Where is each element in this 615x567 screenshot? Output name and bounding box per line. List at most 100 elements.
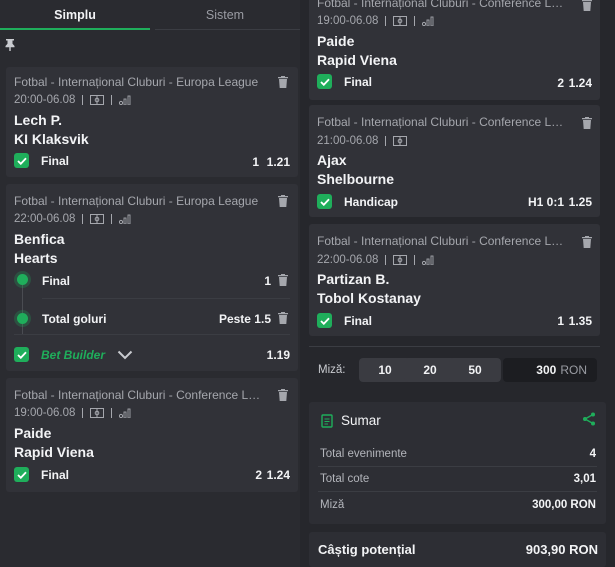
tab-sistem[interactable]: Sistem xyxy=(150,0,300,30)
stake-currency: RON xyxy=(560,363,587,377)
home-team: Paide xyxy=(317,33,355,49)
selection-value: 1 xyxy=(557,314,564,328)
builder-leg-2: Total goluri xyxy=(42,312,106,326)
stats-icon[interactable] xyxy=(422,255,435,265)
delete-icon[interactable] xyxy=(277,388,289,402)
home-team: Paide xyxy=(14,425,52,441)
odds-value: 1.24 xyxy=(568,76,592,90)
away-team: KI Klaksvik xyxy=(14,131,89,147)
summary-row-stake: Miză 300,00 RON xyxy=(320,499,596,511)
bet-card-lech: Fotbal - Internațional Cluburi - Europa … xyxy=(6,67,298,177)
event-time: 21:00-06.08 xyxy=(317,135,379,147)
bet-card-partizan: Fotbal - Internațional Cluburi - Confere… xyxy=(309,224,600,336)
delete-icon[interactable] xyxy=(581,0,593,12)
selection-value: 1 xyxy=(252,155,259,169)
event-time: 19:00-06.08 xyxy=(317,15,379,27)
leg-divider xyxy=(42,298,290,299)
selection-row: Final xyxy=(317,313,372,328)
league-label: Fotbal - Internațional Cluburi - Europa … xyxy=(14,194,259,208)
tab-simplu[interactable]: Simplu xyxy=(0,0,150,30)
bet-builder-label: Bet Builder xyxy=(41,347,106,362)
selection-row: Final xyxy=(14,153,69,168)
stake-chip-50[interactable]: 50 xyxy=(449,358,501,382)
field-icon xyxy=(393,136,408,146)
stats-icon[interactable] xyxy=(119,408,132,418)
league-label: Fotbal - Internațional Cluburi - Confere… xyxy=(317,234,567,248)
delete-leg-icon[interactable] xyxy=(277,273,289,287)
check-icon[interactable] xyxy=(14,467,29,482)
check-icon[interactable] xyxy=(317,194,332,209)
league-label: Fotbal - Internațional Cluburi - Confere… xyxy=(317,115,567,129)
league-label: Fotbal - Internațional Cluburi - Confere… xyxy=(317,0,567,10)
away-team: Hearts xyxy=(14,250,58,266)
away-team: Rapid Viena xyxy=(317,52,397,68)
leg-dot xyxy=(17,274,28,285)
event-meta: 22:00-06.08 xyxy=(317,254,435,266)
event-meta: 20:00-06.08 xyxy=(14,94,132,106)
summary-label: Miză xyxy=(320,499,345,511)
field-icon xyxy=(90,95,105,105)
summary-label: Total evenimente xyxy=(320,448,407,460)
bet-builder-row[interactable]: Bet Builder xyxy=(14,347,133,362)
bet-card-paide: Fotbal - Internațional Cluburi - Confere… xyxy=(6,378,298,492)
stats-icon[interactable] xyxy=(119,214,132,224)
odds-value: 1.35 xyxy=(568,314,592,328)
selection-value: 2 xyxy=(255,468,262,482)
summary-title: Sumar xyxy=(341,413,381,428)
odds-value: 1.25 xyxy=(568,195,592,209)
delete-icon[interactable] xyxy=(581,116,593,130)
away-team: Tobol Kostanay xyxy=(317,290,421,306)
delete-leg-icon[interactable] xyxy=(277,311,289,325)
delete-icon[interactable] xyxy=(581,235,593,249)
away-team: Rapid Viena xyxy=(14,444,94,460)
summary-row-events: Total evenimente 4 xyxy=(320,448,596,460)
betslip-tabs: Simplu Sistem xyxy=(0,0,300,30)
potential-win-bar: Câștig potențial 903,90 RON xyxy=(309,532,606,567)
summary-divider xyxy=(318,491,597,492)
event-time: 22:00-06.08 xyxy=(14,213,76,225)
stake-amount: 300 xyxy=(536,363,557,377)
odds-value: 1.21 xyxy=(266,155,290,169)
market-name: Final xyxy=(344,74,373,89)
delete-icon[interactable] xyxy=(277,194,289,208)
home-team: Partizan B. xyxy=(317,271,390,287)
market-name: Final xyxy=(41,467,70,482)
potential-win-label: Câștig potențial xyxy=(318,542,416,557)
share-icon[interactable] xyxy=(582,412,596,426)
odds-value: 1.19 xyxy=(266,348,290,362)
league-label: Fotbal - Internațional Cluburi - Confere… xyxy=(14,388,266,402)
betslip-left-panel: Simplu Sistem Fotbal - Internațional Clu… xyxy=(0,0,300,567)
event-meta: 19:00-06.08 xyxy=(14,407,132,419)
chevron-down-icon[interactable] xyxy=(117,350,133,360)
event-meta: 22:00-06.08 xyxy=(14,213,132,225)
summary-value: 4 xyxy=(589,448,596,460)
stake-input[interactable]: 300 RON xyxy=(503,358,597,382)
summary-row-odds: Total cote 3,01 xyxy=(320,473,596,485)
bet-card-ajax: Fotbal - Internațional Cluburi - Confere… xyxy=(309,105,600,217)
leg-market: Final xyxy=(42,274,71,288)
leg-market: Total goluri xyxy=(42,312,107,326)
check-icon[interactable] xyxy=(14,347,29,362)
bet-card-benfica: Fotbal - Internațional Cluburi - Europa … xyxy=(6,184,298,371)
summary-divider xyxy=(318,466,597,467)
pin-icon[interactable] xyxy=(4,38,16,52)
check-icon[interactable] xyxy=(317,313,332,328)
league-label: Fotbal - Internațional Cluburi - Europa … xyxy=(14,75,259,89)
stake-label: Miză: xyxy=(318,364,346,376)
check-icon[interactable] xyxy=(317,74,332,89)
home-team: Ajax xyxy=(317,152,347,168)
stats-icon[interactable] xyxy=(119,95,132,105)
tab-divider xyxy=(155,29,300,30)
leg-dot xyxy=(17,313,28,324)
leg-selection: Peste 1.5 xyxy=(218,312,271,326)
selection-row: Final xyxy=(317,74,372,89)
leg-divider xyxy=(14,334,290,335)
stats-icon[interactable] xyxy=(422,16,435,26)
summary-label: Total cote xyxy=(320,473,370,485)
field-icon xyxy=(393,255,408,265)
delete-icon[interactable] xyxy=(277,75,289,89)
market-name: Final xyxy=(344,313,373,328)
away-team: Shelbourne xyxy=(317,171,395,187)
stake-divider xyxy=(309,346,600,347)
check-icon[interactable] xyxy=(14,153,29,168)
